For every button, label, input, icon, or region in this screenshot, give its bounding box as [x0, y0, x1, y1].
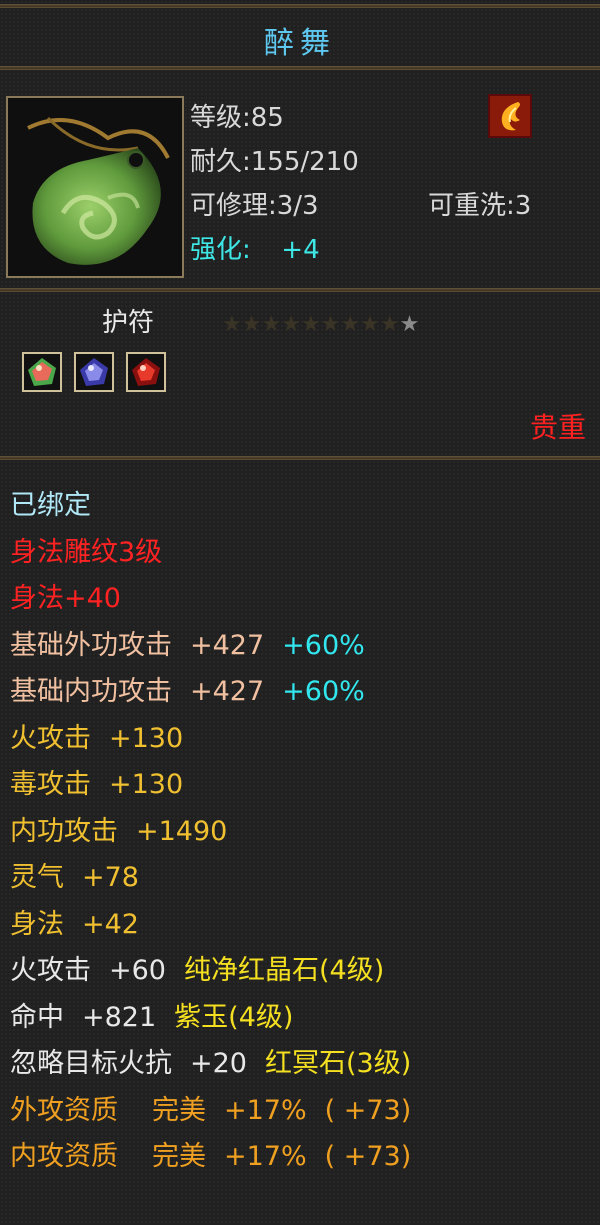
attr-value: +821 [82, 1001, 157, 1033]
attr-row: 基础内功攻击 +427 +60% [10, 669, 411, 716]
attributes-divider [0, 456, 600, 460]
socket-gem-name: 纯净红晶石(4级) [183, 955, 385, 986]
strengthen-value: +4 [281, 235, 320, 265]
attr-name: 命中 [10, 1001, 64, 1033]
red-gem-icon[interactable] [126, 352, 166, 392]
attr-row: 身法雕纹3级 [10, 536, 163, 568]
repair-text: 可修理:3/3 [190, 191, 319, 221]
item-type: 护符 [102, 308, 155, 338]
attr-value: +427 [190, 676, 265, 707]
attr-value: +60 [109, 955, 166, 986]
attr-value: +130 [109, 722, 184, 754]
aptitude-grade: 完美 [152, 1141, 206, 1172]
fire-element-icon [488, 94, 532, 138]
attr-row: 毒攻击 +130 [10, 762, 411, 809]
item-tooltip: 醉舞 等级:85 耐久:155/210 可修理:3/3 可重洗:3 强化: +4 [0, 0, 600, 1225]
attr-bonus: +60% [282, 629, 365, 661]
attr-bonus: +60% [282, 676, 365, 707]
attr-row: 基础外功攻击 +427 +60% [10, 623, 411, 670]
attr-name: 内攻资质 [10, 1141, 118, 1172]
aptitude-grade: 完美 [152, 1094, 206, 1126]
attr-row: 身法+40 [10, 583, 121, 614]
socket-gem-name: 红冥石(3级) [264, 1048, 412, 1079]
attr-value: +20 [190, 1048, 247, 1079]
attr-row: 命中 +821 紫玉(4级) [10, 995, 411, 1042]
attr-name: 火攻击 [10, 722, 91, 754]
title-divider [0, 66, 600, 70]
attribute-list: 已绑定 身法雕纹3级 身法+40 基础外功攻击 +427 +60% 基础内功攻击 +4… [10, 483, 411, 1181]
star-icon: ★ [320, 312, 341, 337]
bound-status: 已绑定 [10, 490, 91, 521]
attr-value: +1490 [136, 815, 228, 847]
star-icon: ★ [379, 312, 400, 337]
star-icon: ★ [281, 312, 301, 337]
star-icon: ★ [261, 312, 282, 337]
attr-value: +78 [82, 862, 139, 893]
jade-amulet-icon [8, 98, 182, 276]
top-border [0, 4, 600, 8]
level-text: 等级:85 [190, 103, 284, 133]
attr-name: 基础外功攻击 [10, 629, 172, 661]
attr-name: 基础内功攻击 [10, 676, 172, 707]
info-divider [0, 288, 600, 292]
durability-text: 耐久:155/210 [190, 147, 359, 177]
star-icon: ★ [300, 312, 321, 337]
attr-row: 内功攻击 +1490 [10, 809, 411, 856]
attr-name: 内功攻击 [10, 815, 118, 847]
aptitude-extra: ( +73) [324, 1141, 412, 1172]
rewash-text: 可重洗:3 [428, 191, 532, 221]
attr-value: +130 [109, 769, 184, 800]
attr-name: 身法 [10, 908, 64, 940]
attr-row: 火攻击 +60 纯净红晶石(4级) [10, 948, 411, 995]
item-icon-frame [6, 96, 184, 278]
star-icon: ★ [340, 312, 361, 337]
socket-gem-name: 紫玉(4级) [174, 1001, 294, 1033]
attr-value: +427 [190, 629, 265, 661]
star-rating: ★★★★★★★★★★ [222, 310, 419, 340]
attr-row: 灵气 +78 [10, 855, 411, 902]
attr-name: 外攻资质 [10, 1094, 118, 1126]
attr-value: +17% [224, 1141, 307, 1172]
attr-name: 忽略目标火抗 [10, 1048, 172, 1079]
green-gem-icon[interactable] [22, 352, 62, 392]
attr-name: 毒攻击 [10, 769, 91, 800]
attr-row: 身法 +42 [10, 902, 411, 949]
strengthen-label: 强化: [190, 235, 251, 265]
attr-row: 内攻资质 完美 +17% ( +73) [10, 1134, 411, 1181]
purple-gem-icon[interactable] [74, 352, 114, 392]
strengthen-row: 强化: +4 [190, 228, 320, 272]
item-name: 醉舞 [264, 26, 336, 61]
star-icon: ★ [360, 312, 380, 337]
rarity-label: 贵重 [529, 411, 586, 444]
attr-name: 灵气 [10, 862, 64, 893]
attr-value: +42 [82, 908, 139, 940]
star-icon: ★ [222, 312, 242, 337]
star-icon: ★ [241, 312, 262, 337]
attr-row: 忽略目标火抗 +20 红冥石(3级) [10, 1041, 411, 1088]
attr-value: +17% [224, 1094, 307, 1126]
attr-name: 火攻击 [10, 955, 91, 986]
attr-row: 外攻资质 完美 +17% ( +73) [10, 1088, 411, 1135]
aptitude-extra: ( +73) [324, 1094, 412, 1126]
star-icon: ★ [399, 312, 420, 337]
attr-row: 火攻击 +130 [10, 716, 411, 763]
